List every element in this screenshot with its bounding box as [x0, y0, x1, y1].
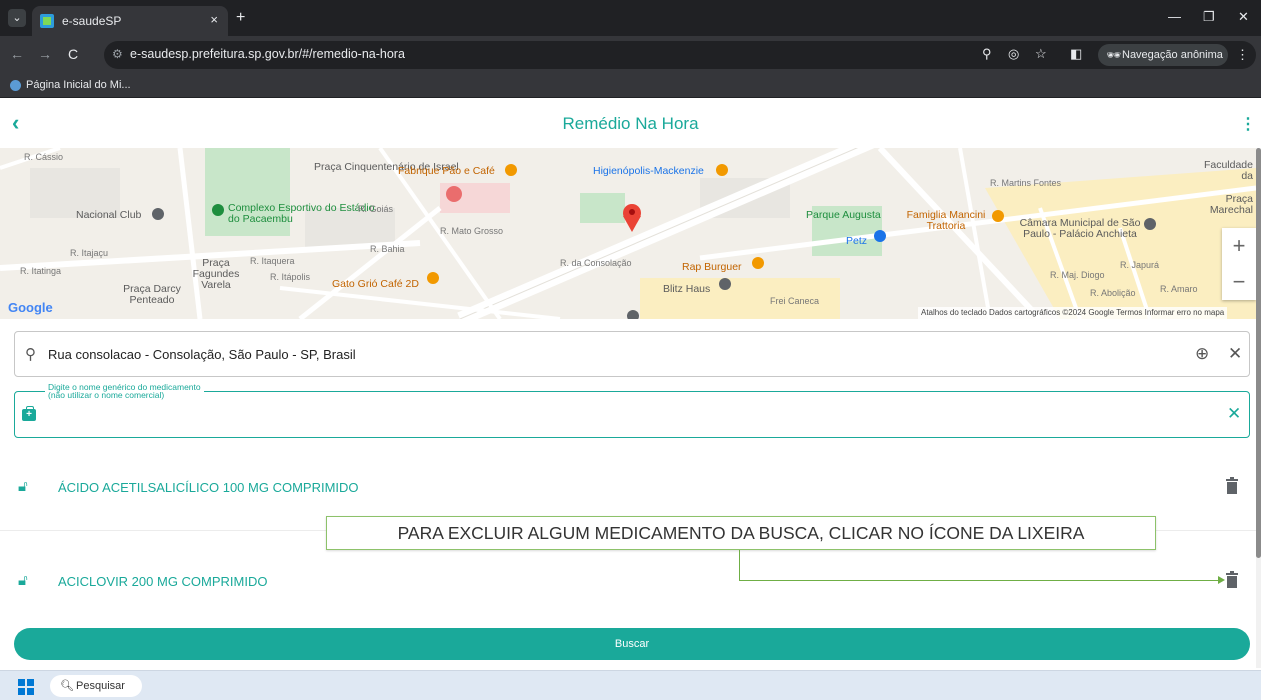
windows-taskbar: 🔍︎ Pesquisar — [0, 670, 1261, 700]
tab-search-icon[interactable]: ⌄ — [8, 9, 26, 27]
my-location-icon[interactable]: ⊕ — [1195, 344, 1209, 364]
tab-close-icon[interactable]: × — [210, 12, 218, 27]
browser-tab[interactable]: e-saudeSP × — [32, 6, 228, 36]
more-options-icon[interactable]: ⋮ — [1240, 114, 1256, 134]
map-label: Parque Augusta — [806, 209, 881, 221]
windows-start-icon[interactable] — [18, 679, 34, 695]
scrollbar-thumb[interactable] — [1256, 148, 1261, 558]
clear-medicine-icon[interactable]: ✕ — [1227, 404, 1241, 424]
clear-address-icon[interactable]: ✕ — [1228, 344, 1242, 364]
map-label: R. Martins Fontes — [990, 178, 1062, 188]
map-label: Gato Grió Café 2D — [332, 278, 419, 290]
map-label: Faculdade da Universidade — [1195, 160, 1253, 182]
sidebar-icon[interactable]: ◧ — [1070, 46, 1082, 62]
search-button[interactable]: Buscar — [14, 628, 1250, 660]
bookmark-icon — [10, 80, 21, 91]
forward-icon[interactable]: → — [38, 46, 52, 62]
bookmark-item[interactable]: Página Inicial do Mi... — [26, 79, 131, 91]
new-tab-button[interactable]: + — [236, 9, 245, 27]
map-label: Rap Burguer — [682, 261, 742, 273]
map-label: R. Cássio — [24, 152, 64, 162]
map-label: Complexo Esportivo do Estádio do Pacaemb… — [228, 202, 375, 225]
trash-icon[interactable] — [1226, 571, 1238, 588]
address-value: Rua consolacao - Consolação, São Paulo -… — [48, 347, 356, 362]
map-label: R. Abolição — [1090, 288, 1136, 298]
map-label: Praça Marechal Câmara — [1209, 194, 1253, 216]
map-label: Nacional Club — [76, 209, 142, 221]
url-text: e-saudesp.prefeitura.sp.gov.br/#/remedio… — [130, 47, 405, 61]
medicine-input[interactable] — [49, 402, 1199, 428]
favicon-icon — [40, 14, 54, 28]
address-field[interactable]: ⚲ Rua consolacao - Consolação, São Paulo… — [14, 331, 1250, 377]
zoom-out-button[interactable]: − — [1222, 264, 1256, 300]
map-attribution[interactable]: Atalhos do teclado Dados cartográficos ©… — [918, 307, 1228, 319]
map-label: R. Itápolis — [270, 272, 311, 282]
page-scrollbar[interactable] — [1256, 148, 1261, 668]
bookmarks-bar: Página Inicial do Mi... — [0, 74, 1261, 98]
map-label: R. Itajaçu — [70, 248, 109, 258]
search-icon: 🔍︎ — [60, 680, 74, 692]
medicine-field-label: Digite o nome genérico do medicamento (n… — [45, 383, 204, 399]
arrow-head-icon — [1218, 576, 1225, 584]
medicine-name: ÁCIDO ACETILSALICÍLICO 100 MG COMPRIMIDO — [58, 480, 359, 495]
map[interactable]: Praça Cinquentenário de Israel Fabrique … — [0, 148, 1256, 319]
back-icon[interactable]: ← — [10, 46, 24, 62]
map-label: R. Amaro — [1160, 284, 1198, 294]
trash-icon[interactable] — [1226, 477, 1238, 494]
medical-bag-icon: + — [22, 406, 36, 421]
google-logo: Google — [8, 300, 53, 315]
address-bar[interactable]: ⚙ e-saudesp.prefeitura.sp.gov.br/#/remed… — [104, 41, 1256, 69]
list-item: 🔓︎ ÁCIDO ACETILSALICÍLICO 100 MG COMPRIM… — [0, 468, 1256, 508]
menu-icon[interactable]: ⋮ — [1236, 47, 1249, 63]
minimize-icon[interactable]: — — [1168, 9, 1181, 24]
map-label: Frei Caneca — [770, 296, 820, 306]
map-label: R. Goiás — [358, 204, 394, 214]
eye-off-icon[interactable]: ◎ — [1008, 46, 1019, 62]
app-header: ‹ Remédio Na Hora ⋮ — [0, 100, 1261, 148]
close-icon[interactable]: ✕ — [1238, 9, 1249, 25]
restore-icon[interactable]: ❐ — [1203, 9, 1215, 25]
map-label: Praça Fagundes Varela — [192, 257, 240, 291]
reload-icon[interactable]: C — [68, 46, 78, 62]
callout-arrow — [739, 550, 740, 581]
medicine-field-label-line2: (não utilizar o nome comercial) — [48, 390, 165, 400]
lock-icon: 🔓︎ — [18, 572, 28, 589]
incognito-label: Navegação anônima — [1122, 49, 1223, 61]
map-label: R. Japurá — [1120, 260, 1160, 270]
map-label: Famiglia Mancini Trattoria — [906, 209, 986, 232]
incognito-badge[interactable]: 🕶 Navegação anônima — [1098, 44, 1228, 66]
map-label: R. Maj. Diogo — [1050, 270, 1105, 280]
location-icon[interactable]: ⚲ — [982, 46, 992, 62]
list-item: 🔓︎ ACICLOVIR 200 MG COMPRIMIDO — [0, 562, 1256, 602]
lock-icon: 🔓︎ — [18, 478, 28, 495]
map-label: R. Itaquera — [250, 256, 295, 266]
map-label: Câmara Municipal de São Paulo - Palácio … — [1019, 217, 1141, 240]
star-icon[interactable]: ☆ — [1035, 46, 1047, 62]
map-label: Higienópolis-Mackenzie — [593, 165, 704, 177]
map-label: R. da Consolação — [560, 258, 632, 268]
page-title: Remédio Na Hora — [562, 114, 699, 133]
callout-arrow — [739, 580, 1219, 581]
map-label: R. Bahia — [370, 244, 405, 254]
instruction-callout: PARA EXCLUIR ALGUM MEDICAMENTO DA BUSCA,… — [326, 516, 1156, 550]
map-label: Praça Darcy Penteado — [123, 283, 181, 306]
zoom-control: + − — [1222, 228, 1256, 300]
incognito-icon: 🕶 — [1106, 48, 1122, 62]
location-pin-icon: ⚲ — [25, 346, 36, 363]
map-label: R. Itatinga — [20, 266, 62, 276]
taskbar-search[interactable]: 🔍︎ Pesquisar — [50, 675, 142, 697]
map-label: Petz — [846, 235, 868, 247]
browser-toolbar: ← → C ⚙ e-saudesp.prefeitura.sp.gov.br/#… — [0, 36, 1261, 74]
zoom-in-button[interactable]: + — [1222, 228, 1256, 264]
taskbar-search-label: Pesquisar — [76, 680, 125, 692]
map-label: Blitz Haus — [663, 283, 711, 295]
browser-tab-bar: ⌄ e-saudeSP × + — ❐ ✕ — [0, 0, 1261, 36]
medicine-search-field[interactable]: Digite o nome genérico do medicamento (n… — [14, 383, 1250, 438]
map-label: Fabrique Pão e Café — [398, 165, 495, 177]
site-info-icon[interactable]: ⚙ — [112, 47, 123, 61]
map-label: R. Mato Grosso — [440, 226, 504, 236]
medicine-name: ACICLOVIR 200 MG COMPRIMIDO — [58, 574, 268, 589]
tab-title: e-saudeSP — [62, 14, 122, 28]
